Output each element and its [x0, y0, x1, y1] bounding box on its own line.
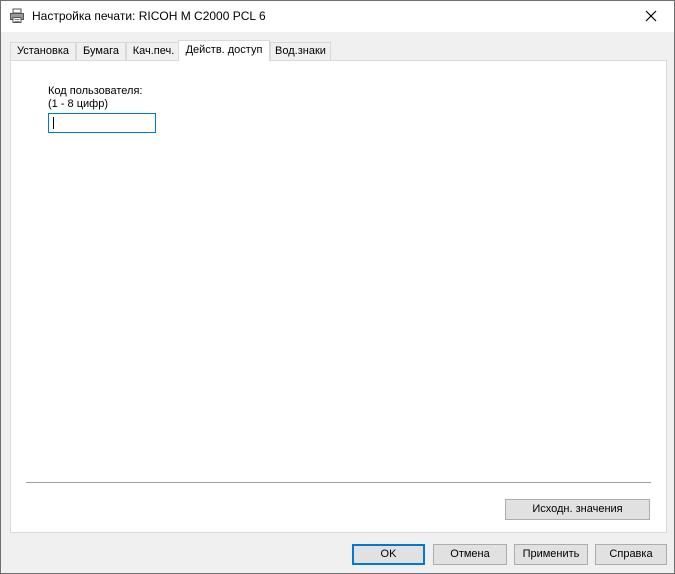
user-code-input[interactable] — [48, 113, 156, 133]
ok-button[interactable]: OK — [352, 544, 425, 565]
panel-divider — [26, 482, 651, 483]
tab-access-control[interactable]: Действ. доступ — [178, 40, 270, 61]
print-settings-window: Настройка печати: RICOH M C2000 PCL 6 Ус… — [0, 0, 675, 574]
window-title: Настройка печати: RICOH M C2000 PCL 6 — [32, 9, 266, 23]
cancel-button[interactable]: Отмена — [433, 544, 507, 565]
close-button[interactable] — [628, 1, 674, 32]
tab-panel-access-control: Код пользователя: (1 - 8 цифр) Исходн. з… — [10, 60, 667, 533]
user-code-label: Код пользователя: — [48, 85, 143, 97]
title-bar[interactable]: Настройка печати: RICOH M C2000 PCL 6 — [1, 1, 674, 32]
apply-button[interactable]: Применить — [514, 544, 588, 565]
close-icon — [645, 10, 657, 22]
printer-icon — [9, 8, 25, 24]
help-button[interactable]: Справка — [595, 544, 667, 565]
user-code-hint: (1 - 8 цифр) — [48, 98, 109, 110]
tab-setup[interactable]: Установка — [10, 42, 76, 60]
text-caret — [53, 117, 54, 129]
restore-defaults-button[interactable]: Исходн. значения — [505, 499, 650, 520]
tab-print-quality[interactable]: Кач.печ. — [126, 42, 181, 60]
tab-paper[interactable]: Бумага — [76, 42, 126, 60]
tab-watermarks[interactable]: Вод.знаки — [270, 42, 331, 60]
